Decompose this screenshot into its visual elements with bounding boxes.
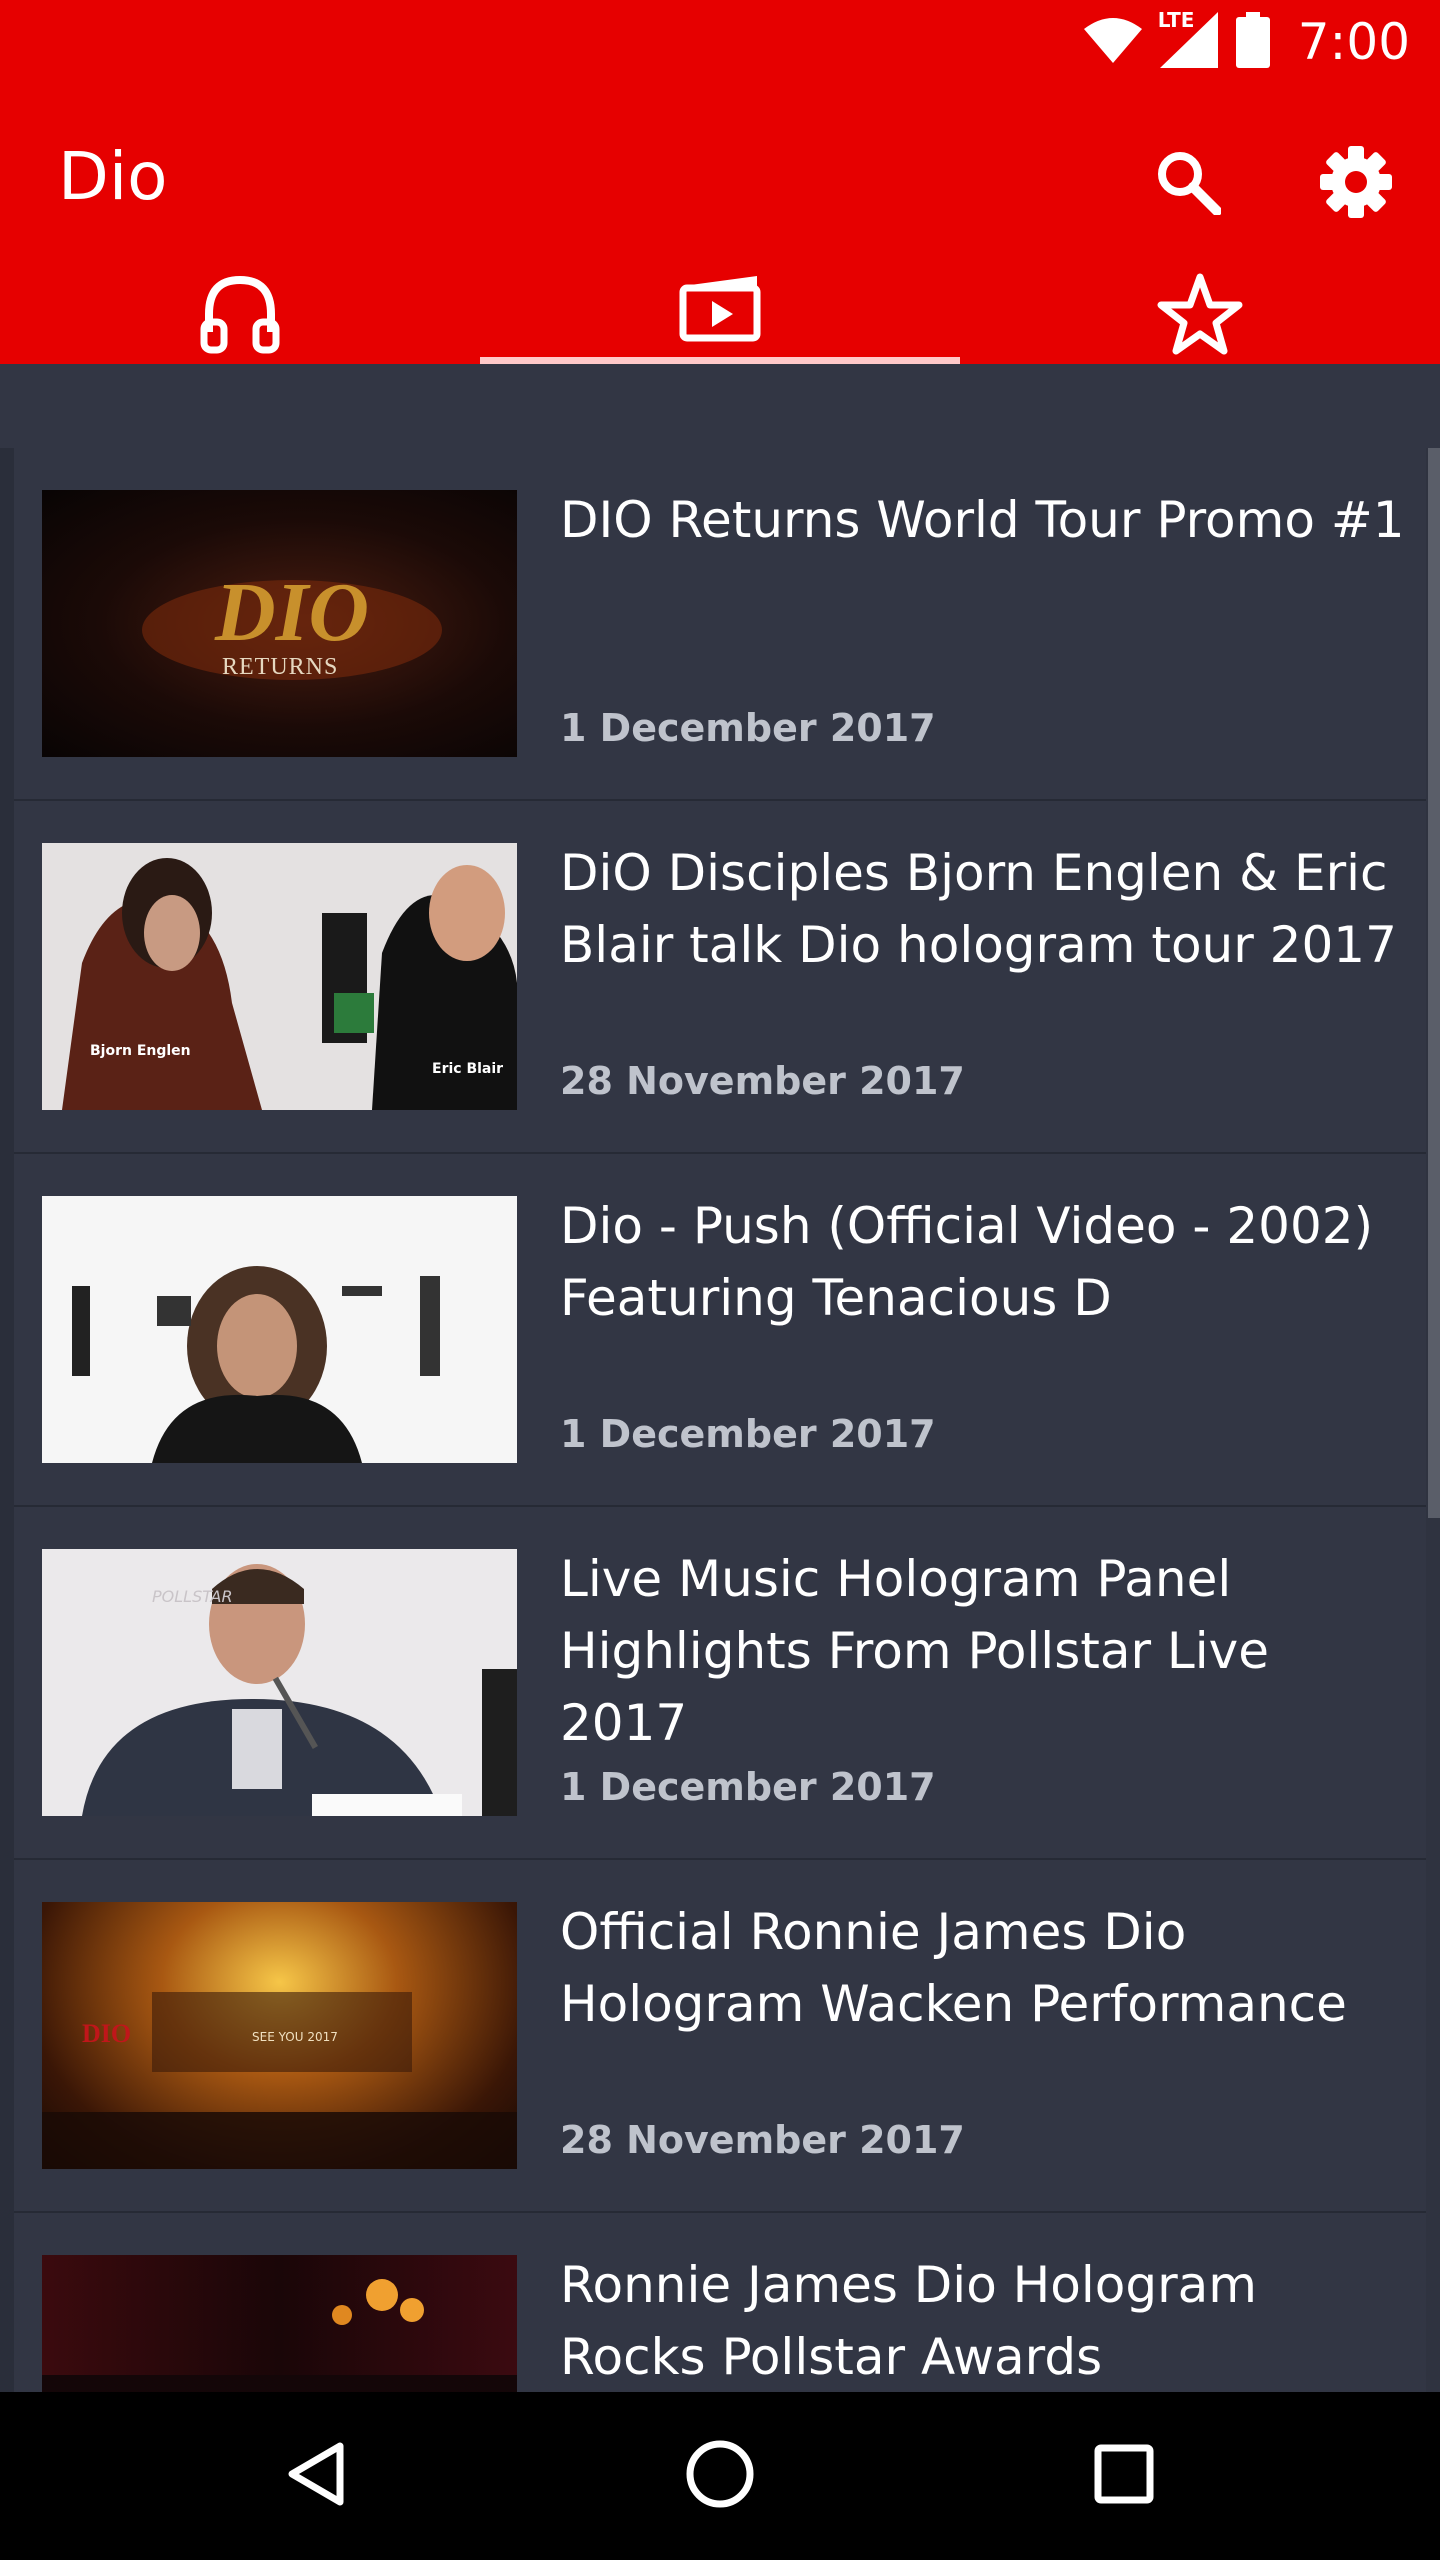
tab-audio[interactable]: [0, 264, 480, 364]
lte-signal-icon: LTE: [1158, 8, 1218, 72]
video-date: 1 December 2017: [560, 1765, 936, 1809]
thumbnail-caption: SEE YOU 2017: [252, 2030, 338, 2044]
video-icon: [679, 272, 761, 346]
star-icon: [1157, 272, 1243, 360]
search-button[interactable]: [1138, 134, 1238, 234]
system-nav-bar: [0, 2392, 1440, 2560]
list-item[interactable]: Ronnie James Dio Hologram Rocks Pollstar…: [14, 2213, 1426, 2392]
headphones-icon: [199, 272, 281, 358]
video-thumbnail[interactable]: DIO SEE YOU 2017: [42, 1902, 517, 2169]
video-date: 28 November 2017: [560, 2118, 965, 2162]
video-thumbnail[interactable]: [42, 2255, 517, 2392]
status-time: 7:00: [1297, 13, 1410, 71]
list-item[interactable]: DIO SEE YOU 2017 Official Ronnie James D…: [14, 1860, 1426, 2213]
recents-icon: [1094, 2444, 1154, 2508]
battery-icon: [1235, 12, 1270, 72]
video-title[interactable]: Dio - Push (Official Video - 2002) Featu…: [560, 1190, 1410, 1334]
tab-favorites[interactable]: [960, 264, 1440, 364]
gear-icon: [1320, 146, 1392, 222]
search-icon: [1155, 149, 1222, 219]
thumbnail-caption: Eric Blair: [432, 1061, 504, 1077]
video-date: 1 December 2017: [560, 706, 936, 750]
tab-bar: [0, 264, 1440, 364]
app-bar: Dio: [0, 84, 1440, 364]
svg-text:DIO: DIO: [82, 2019, 131, 2048]
recents-button[interactable]: [1074, 2426, 1174, 2526]
status-bar: LTE 7:00: [0, 0, 1440, 84]
home-icon: [685, 2439, 755, 2513]
video-list[interactable]: DIO RETURNS DIO Returns World Tour Promo…: [0, 448, 1440, 2392]
video-date: 1 December 2017: [560, 1412, 936, 1456]
wifi-icon: [1083, 17, 1142, 67]
selected-tab-indicator: [480, 357, 960, 364]
video-title[interactable]: Live Music Hologram Panel Highlights Fro…: [560, 1543, 1410, 1759]
network-type-label: LTE: [1157, 8, 1195, 32]
video-title[interactable]: DiO Disciples Bjorn Englen & Eric Blair …: [560, 837, 1410, 981]
video-title[interactable]: DIO Returns World Tour Promo #1: [560, 484, 1410, 556]
svg-text:DIO: DIO: [214, 566, 369, 659]
list-edge: [0, 448, 14, 2392]
app-title: Dio: [58, 138, 168, 215]
tab-videos[interactable]: [480, 264, 960, 364]
back-icon: [286, 2441, 346, 2511]
thumbnail-caption: POLLSTAR: [152, 1587, 233, 1606]
video-thumbnail[interactable]: POLLSTAR: [42, 1549, 517, 1816]
list-item[interactable]: POLLSTAR Live Music Hologram Panel Highl…: [14, 1507, 1426, 1860]
home-button[interactable]: [670, 2426, 770, 2526]
video-date: 28 November 2017: [560, 1059, 965, 1103]
video-thumbnail[interactable]: Bjorn Englen Eric Blair: [42, 843, 517, 1110]
settings-button[interactable]: [1306, 134, 1406, 234]
video-thumbnail[interactable]: DIO RETURNS: [42, 490, 517, 757]
video-title[interactable]: Ronnie James Dio Hologram Rocks Pollstar…: [560, 2249, 1410, 2392]
list-item[interactable]: Bjorn Englen Eric Blair DiO Disciples Bj…: [14, 801, 1426, 1154]
thumbnail-caption: RETURNS: [222, 654, 339, 680]
back-button[interactable]: [266, 2426, 366, 2526]
scrollbar-thumb[interactable]: [1428, 448, 1440, 1518]
video-thumbnail[interactable]: [42, 1196, 517, 1463]
list-item[interactable]: Dio - Push (Official Video - 2002) Featu…: [14, 1154, 1426, 1507]
status-icons: LTE 7:00: [1083, 0, 1410, 84]
thumbnail-caption: Bjorn Englen: [90, 1043, 191, 1059]
video-title[interactable]: Official Ronnie James Dio Hologram Wacke…: [560, 1896, 1410, 2040]
list-item[interactable]: DIO RETURNS DIO Returns World Tour Promo…: [14, 448, 1426, 801]
